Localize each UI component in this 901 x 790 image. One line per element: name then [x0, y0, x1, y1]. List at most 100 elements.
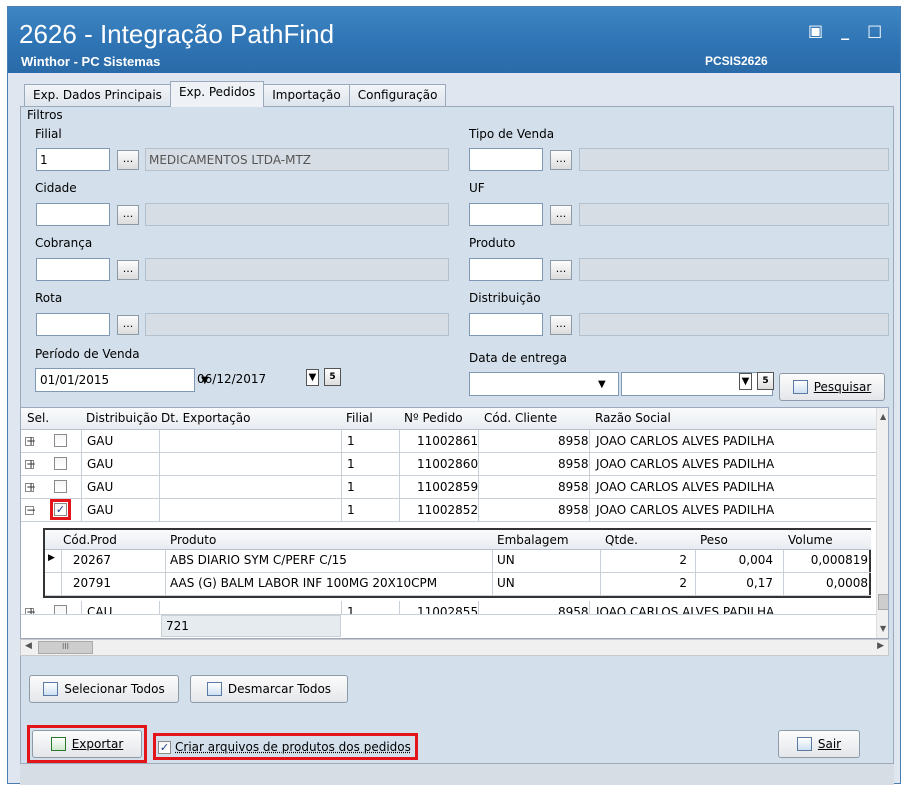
- cobranca-input[interactable]: [36, 258, 110, 281]
- col-sel[interactable]: Sel.: [27, 411, 49, 425]
- cidade-lookup-button[interactable]: ...: [117, 205, 139, 225]
- exit-icon: [796, 737, 812, 751]
- expand-toggle-icon[interactable]: +: [25, 435, 36, 447]
- distribuicao-input[interactable]: [469, 313, 543, 336]
- exportar-highlight: [27, 725, 147, 763]
- table-row[interactable]: + GAU 1 11002860 8958 JOAO CARLOS ALVES PADIL…: [21, 453, 876, 476]
- column-divider: [159, 430, 160, 453]
- deselect-all-icon: [206, 682, 222, 696]
- cell-cliente: 8958: [558, 457, 589, 471]
- scroll-left-icon[interactable]: ◀: [25, 641, 32, 651]
- cell-razao-social: JOAO CARLOS ALVES PADILHA: [596, 457, 775, 471]
- calendar-icon[interactable]: 5: [757, 372, 774, 390]
- scroll-right-icon[interactable]: ▶: [877, 641, 884, 651]
- uf-lookup-button[interactable]: ...: [550, 205, 572, 225]
- row-checkbox[interactable]: [54, 434, 67, 447]
- col-distribuicao[interactable]: Distribuição: [86, 411, 158, 425]
- expand-toggle-icon[interactable]: +: [25, 606, 36, 614]
- subcol-produto[interactable]: Produto: [170, 533, 216, 547]
- filial-lookup-button[interactable]: ...: [117, 150, 139, 170]
- scroll-down-icon[interactable]: ▼: [880, 624, 886, 633]
- table-row[interactable]: + GAU 1 11002859 8958 JOAO CARLOS ALVES PADIL…: [21, 476, 876, 499]
- cell-embalagem: UN: [497, 576, 515, 590]
- table-row[interactable]: − ✓ GAU 1 11002852 8958 JOAO CARLOS ALVES PADI…: [21, 499, 876, 522]
- rota-input[interactable]: [36, 313, 110, 336]
- rota-label: Rota: [35, 291, 63, 305]
- column-divider: [81, 499, 82, 522]
- cell-cliente: 8958: [558, 605, 589, 615]
- col-cliente[interactable]: Cód. Cliente: [484, 411, 557, 425]
- current-row-indicator-icon: ▶: [48, 553, 55, 563]
- subgrid-row[interactable]: ▶ 20267 ABS DIARIO SYM C/PERF C/15 UN 2 0,004…: [45, 550, 871, 573]
- row-checkbox[interactable]: [54, 480, 67, 493]
- row-checkbox[interactable]: ✓: [50, 499, 71, 520]
- periodo-venda-start[interactable]: 01/01/2015: [35, 368, 195, 392]
- expand-toggle-icon[interactable]: +: [25, 458, 36, 470]
- column-divider: [159, 601, 160, 614]
- desmarcar-todos-button[interactable]: Desmarcar Todos: [190, 675, 348, 703]
- rota-description: [145, 313, 449, 336]
- tab-configuracao[interactable]: Configuração: [348, 84, 447, 107]
- produto-lookup-button[interactable]: ...: [550, 260, 572, 280]
- subcol-cod-prod[interactable]: Cód.Prod: [63, 533, 117, 547]
- column-divider: [341, 430, 342, 453]
- maximize-icon[interactable]: □: [867, 21, 882, 40]
- subcol-volume[interactable]: Volume: [788, 533, 833, 547]
- cobranca-lookup-button[interactable]: ...: [117, 260, 139, 280]
- column-divider: [492, 573, 493, 596]
- filial-label: Filial: [35, 127, 62, 141]
- periodo-end-dropdown-icon[interactable]: ▼: [306, 369, 319, 386]
- tab-bar: Exp. Dados Principais Exp. Pedidos Impor…: [24, 81, 447, 107]
- cell-cliente: 8958: [558, 480, 589, 494]
- subcol-embalagem[interactable]: Embalagem: [497, 533, 569, 547]
- row-checkbox[interactable]: [54, 605, 67, 614]
- table-row[interactable]: + GAU 1 11002861 8958 JOAO CARLOS ALVES PADIL…: [21, 430, 876, 453]
- pesquisar-button[interactable]: Pesquisar: [779, 373, 885, 401]
- filial-input[interactable]: 1: [36, 148, 110, 171]
- scroll-thumb[interactable]: [878, 594, 888, 610]
- table-row[interactable]: + CAU 1 11002855 8958 JOAO CARLOS ALVES PADIL…: [21, 601, 876, 615]
- minimize-icon[interactable]: _: [841, 21, 849, 40]
- selecionar-todos-button[interactable]: Selecionar Todos: [29, 675, 179, 703]
- tab-exp-dados-principais[interactable]: Exp. Dados Principais: [24, 84, 171, 107]
- rota-lookup-button[interactable]: ...: [117, 315, 139, 335]
- subgrid-row[interactable]: 20791 AAS (G) BALM LABOR INF 100MG 20X10C…: [45, 573, 871, 596]
- uf-input[interactable]: [469, 203, 543, 226]
- calendar-icon[interactable]: 5: [324, 368, 341, 386]
- subcol-peso[interactable]: Peso: [700, 533, 728, 547]
- tab-importacao[interactable]: Importação: [263, 84, 350, 107]
- subcol-qtde[interactable]: Qtde.: [605, 533, 638, 547]
- cidade-input[interactable]: [36, 203, 110, 226]
- scroll-up-icon[interactable]: ▲: [880, 412, 886, 421]
- order-items-subgrid: Cód.Prod Produto Embalagem Qtde. Peso Vo…: [43, 528, 871, 598]
- cell-distribuicao: GAU: [87, 480, 114, 494]
- col-dt-exportacao[interactable]: Dt. Exportação: [161, 411, 251, 425]
- tipo-venda-input[interactable]: [469, 148, 543, 171]
- hscroll-thumb[interactable]: III: [38, 641, 93, 654]
- tipo-venda-lookup-button[interactable]: ...: [550, 150, 572, 170]
- col-razao-social[interactable]: Razão Social: [595, 411, 671, 425]
- grid-vertical-scrollbar[interactable]: ▲ ▼: [876, 408, 888, 638]
- data-entrega-start[interactable]: [469, 372, 619, 396]
- tab-exp-pedidos[interactable]: Exp. Pedidos: [169, 81, 265, 107]
- entrega-start-dropdown-icon[interactable]: ▼: [598, 379, 606, 390]
- expand-toggle-icon[interactable]: +: [25, 481, 36, 493]
- col-pedido[interactable]: Nº Pedido: [404, 411, 463, 425]
- column-divider: [159, 453, 160, 476]
- column-divider: [600, 550, 601, 573]
- restore-icon[interactable]: ▣: [808, 21, 823, 40]
- entrega-end-dropdown-icon[interactable]: ▼: [739, 373, 752, 390]
- data-entrega-label: Data de entrega: [469, 351, 567, 365]
- select-all-icon: [43, 682, 59, 696]
- cell-pedido: 11002852: [417, 503, 479, 517]
- grid-horizontal-scrollbar[interactable]: ◀ III ▶: [20, 639, 889, 656]
- cell-filial: 1: [347, 480, 355, 494]
- expand-toggle-icon[interactable]: −: [25, 504, 36, 516]
- column-divider: [341, 499, 342, 522]
- distribuicao-lookup-button[interactable]: ...: [550, 315, 572, 335]
- col-filial[interactable]: Filial: [346, 411, 373, 425]
- search-document-icon: [792, 380, 808, 394]
- sair-button[interactable]: Sair: [778, 730, 860, 758]
- produto-input[interactable]: [469, 258, 543, 281]
- row-checkbox[interactable]: [54, 457, 67, 470]
